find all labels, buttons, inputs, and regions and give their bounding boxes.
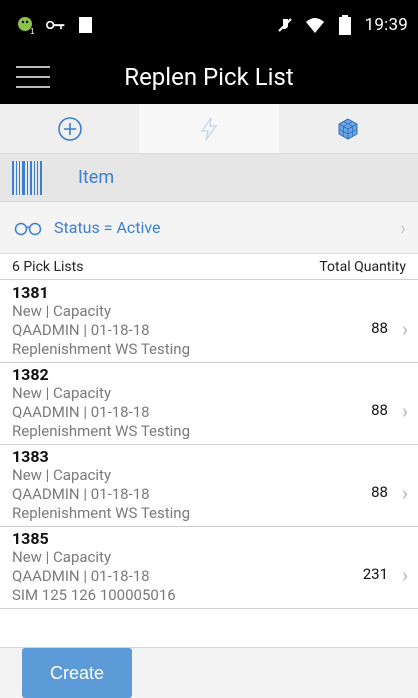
- chevron-right-icon: ›: [401, 563, 408, 587]
- pick-list-status: New | Capacity: [12, 466, 112, 484]
- add-button[interactable]: [0, 104, 139, 153]
- key-icon: [46, 20, 65, 30]
- pick-list-id: 1381: [12, 283, 49, 302]
- add-circle-icon: [57, 116, 82, 141]
- footer-bar: Create: [0, 647, 418, 698]
- page-title: Replen Pick List: [124, 63, 294, 91]
- svg-text:1: 1: [30, 27, 35, 35]
- list-item[interactable]: 1381 New | Capacity QAADMIN | 01-18-18 R…: [0, 281, 418, 363]
- pick-list-description: Replenishment WS Testing: [12, 340, 191, 358]
- pick-list-status: New | Capacity: [12, 302, 112, 320]
- total-quantity-header: Total Quantity: [319, 258, 406, 275]
- pick-list-count: 6 Pick Lists: [12, 258, 84, 275]
- pick-list-quantity: 88: [371, 401, 388, 419]
- list-item[interactable]: 1385 New | Capacity QAADMIN | 01-18-18 S…: [0, 527, 418, 609]
- pick-list-quantity: 88: [371, 319, 388, 337]
- pick-list-user-date: QAADMIN | 01-18-18: [12, 567, 150, 585]
- status-filter-label: Status = Active: [54, 218, 161, 237]
- glasses-icon: [14, 222, 42, 235]
- pick-list-id: 1385: [12, 529, 49, 548]
- barcode-icon: [12, 160, 42, 195]
- chevron-right-icon: ›: [401, 399, 408, 423]
- pick-list-id: 1383: [12, 447, 49, 466]
- pick-list-quantity: 88: [371, 483, 388, 501]
- chevron-right-icon: ›: [401, 481, 408, 505]
- pick-list: 1381 New | Capacity QAADMIN | 01-18-18 R…: [0, 281, 418, 647]
- pick-list-description: Replenishment WS Testing: [12, 422, 191, 440]
- pick-list-status: New | Capacity: [12, 384, 112, 402]
- android-notification-icon: 1: [18, 17, 35, 35]
- pick-list-status: New | Capacity: [12, 548, 112, 566]
- chevron-right-icon: ›: [401, 317, 408, 341]
- pick-list-user-date: QAADMIN | 01-18-18: [12, 403, 150, 421]
- wifi-icon: [305, 18, 324, 33]
- create-button[interactable]: Create: [22, 648, 132, 698]
- status-clock: 19:39: [364, 15, 408, 35]
- hamburger-menu-icon[interactable]: [16, 66, 50, 90]
- cube-button[interactable]: [279, 104, 418, 153]
- pick-list-user-date: QAADMIN | 01-18-18: [12, 321, 150, 339]
- chevron-right-icon: ›: [399, 215, 406, 240]
- pick-list-id: 1382: [12, 365, 49, 384]
- item-scan-label: Item: [78, 167, 115, 188]
- list-item[interactable]: 1383 New | Capacity QAADMIN | 01-18-18 R…: [0, 445, 418, 527]
- app-bar: Replen Pick List: [0, 50, 418, 104]
- cube-icon: [338, 117, 358, 140]
- list-header: 6 Pick Lists Total Quantity: [0, 254, 418, 280]
- lightning-button[interactable]: [139, 104, 279, 153]
- pick-list-description: Replenishment WS Testing: [12, 504, 191, 522]
- screen: 1 19:39 Replen Pick List Item Status = A…: [0, 0, 418, 698]
- action-toolbar: [0, 104, 418, 154]
- status-bar: 1 19:39: [0, 0, 418, 50]
- pick-list-user-date: QAADMIN | 01-18-18: [12, 485, 150, 503]
- pick-list-quantity: 231: [362, 565, 388, 583]
- status-filter[interactable]: Status = Active ›: [0, 202, 418, 254]
- list-item[interactable]: 1382 New | Capacity QAADMIN | 01-18-18 R…: [0, 363, 418, 445]
- mute-icon: [277, 18, 292, 32]
- sd-card-icon: [79, 17, 92, 33]
- pick-list-description: SIM 125 126 100005016: [12, 586, 176, 604]
- lightning-icon: [200, 117, 218, 140]
- battery-icon: [338, 15, 351, 35]
- item-scan-field[interactable]: Item: [0, 154, 418, 202]
